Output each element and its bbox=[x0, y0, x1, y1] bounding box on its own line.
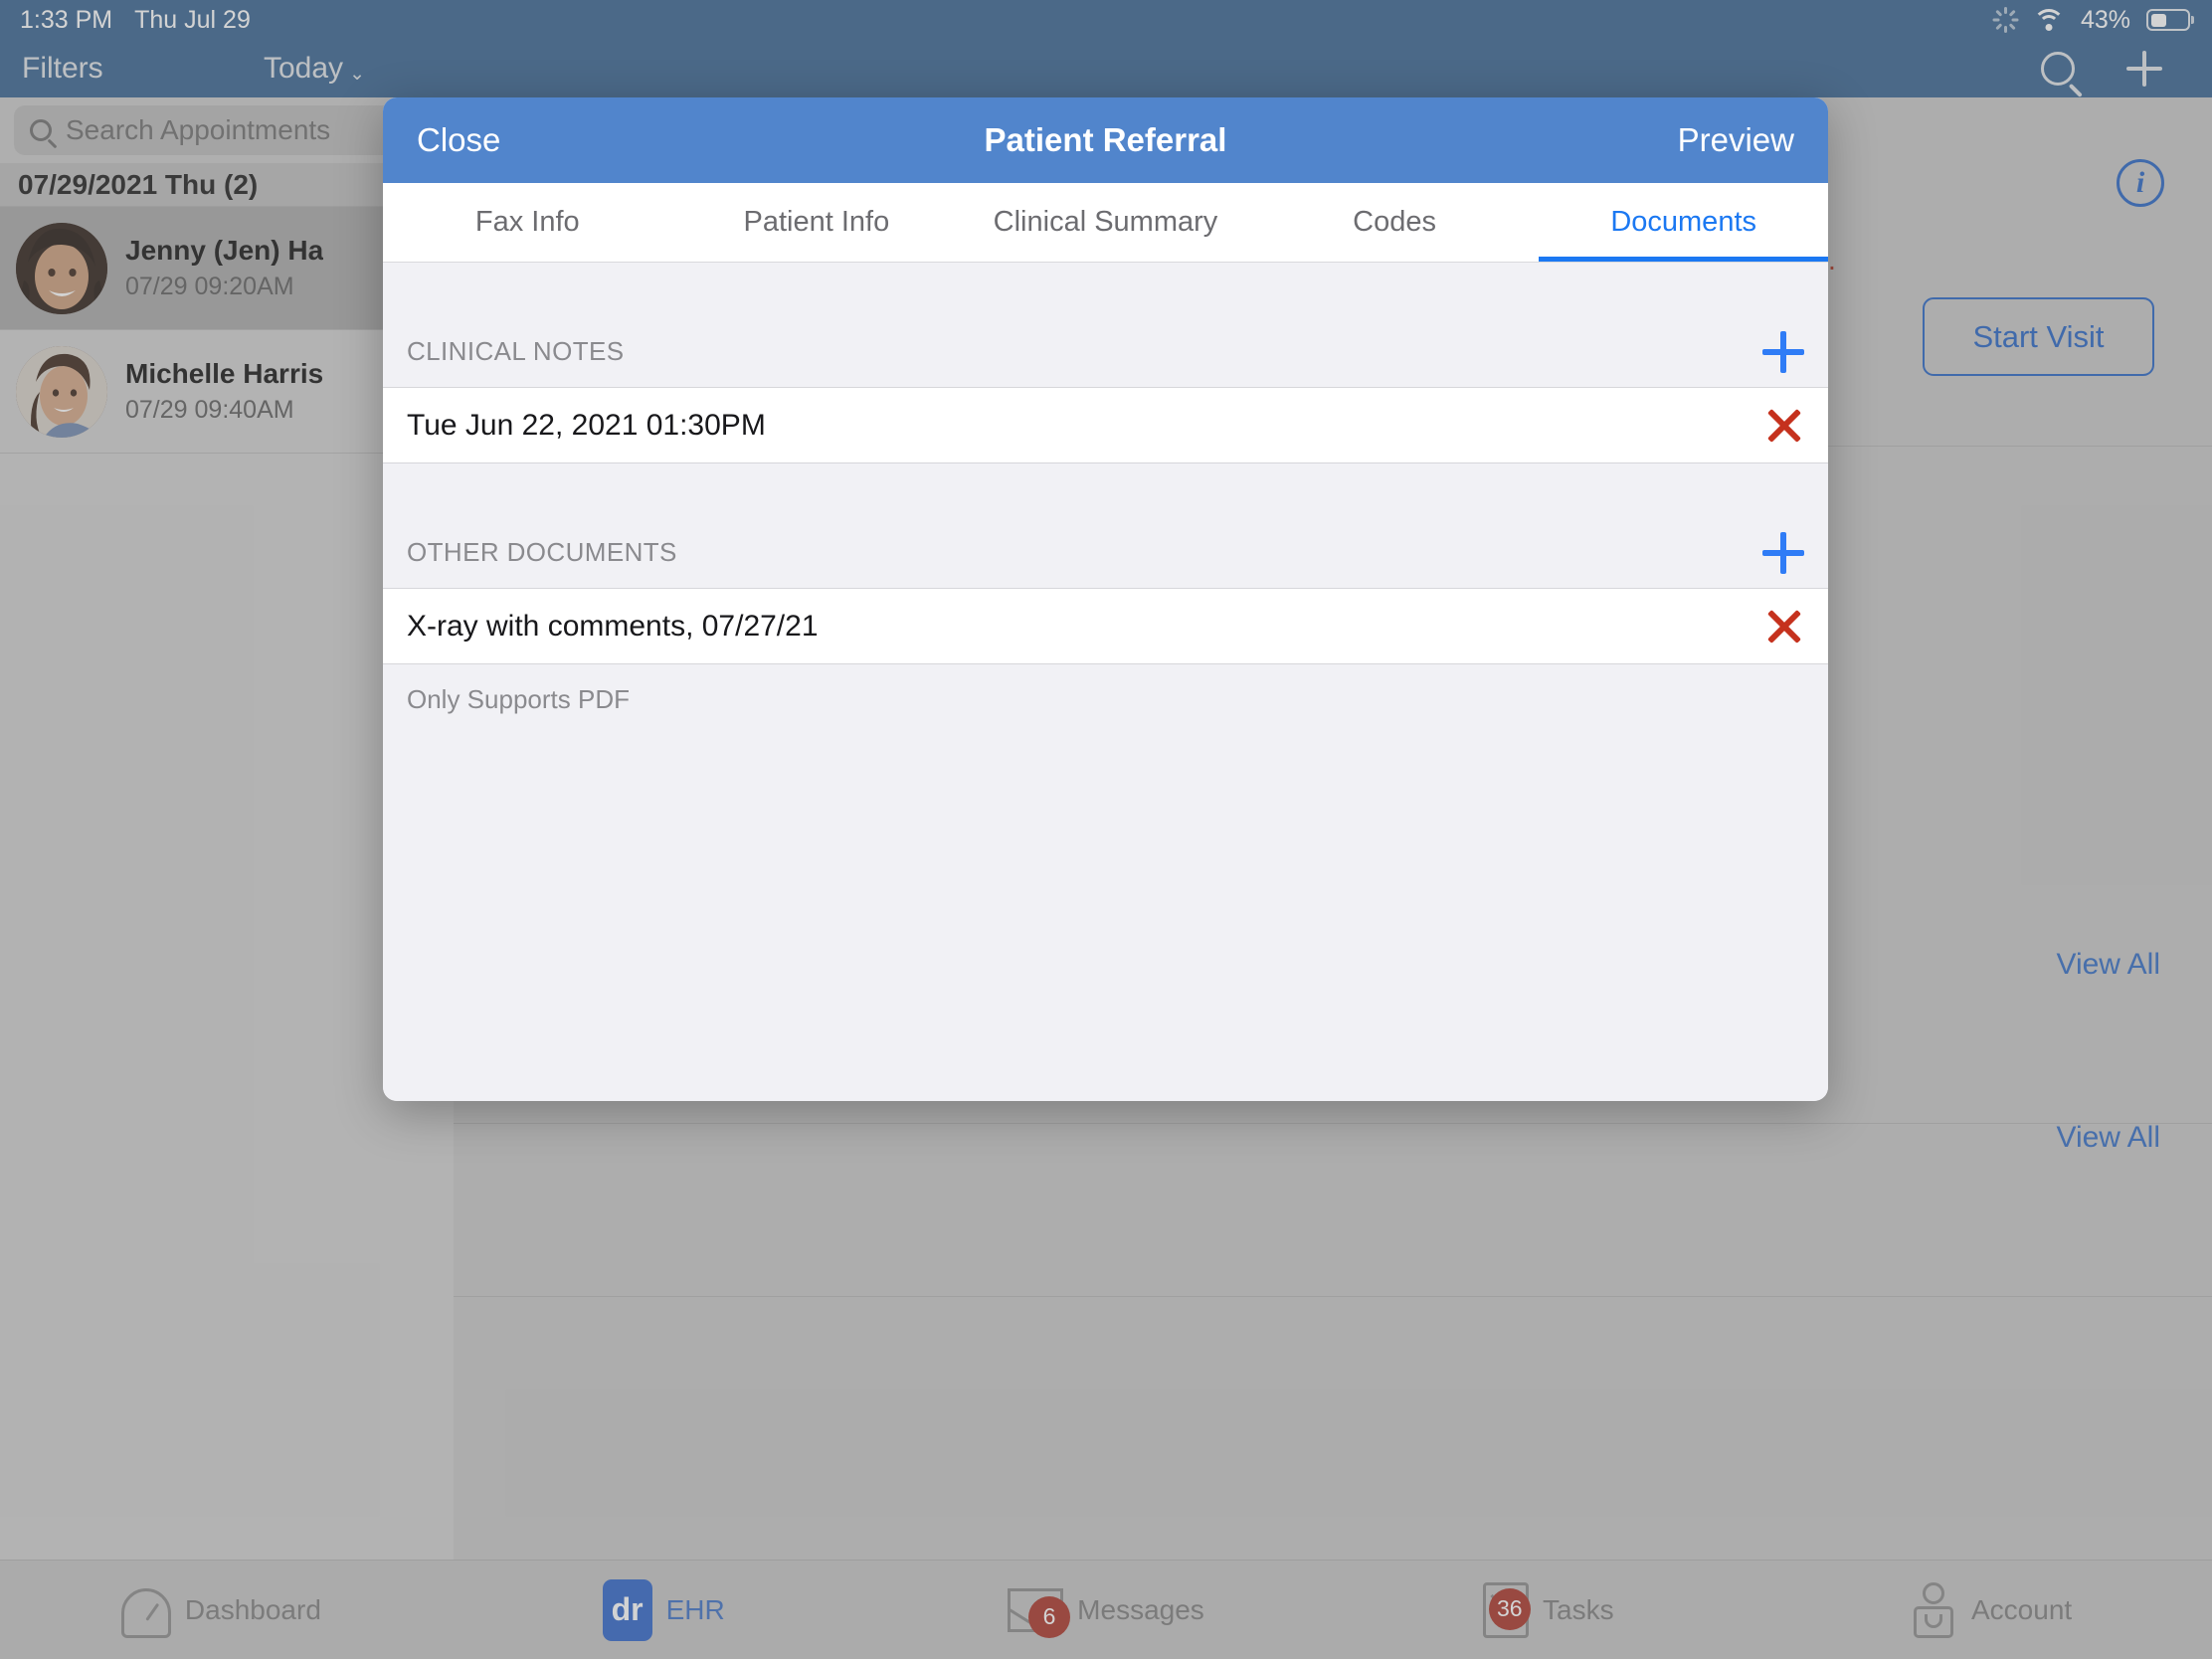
tab-clinical-summary[interactable]: Clinical Summary bbox=[961, 183, 1250, 262]
pdf-support-hint: Only Supports PDF bbox=[407, 684, 630, 714]
tab-documents[interactable]: Documents bbox=[1539, 183, 1828, 262]
modal-body: CLINICAL NOTES Tue Jun 22, 2021 01:30PM … bbox=[383, 263, 1828, 1101]
modal-tab-strip: Fax Info Patient Info Clinical Summary C… bbox=[383, 183, 1828, 263]
section-header-clinical-notes: CLINICAL NOTES bbox=[383, 316, 1828, 388]
section-title: CLINICAL NOTES bbox=[407, 336, 625, 366]
screen-root: 1:33 PM Thu Jul 29 43% Filters Today ⌄ S… bbox=[0, 0, 2212, 1659]
section-header-other-documents: OTHER DOCUMENTS bbox=[383, 517, 1828, 589]
tab-codes[interactable]: Codes bbox=[1250, 183, 1540, 262]
modal-title: Patient Referral bbox=[984, 121, 1227, 158]
modal-header: Close Patient Referral Preview bbox=[383, 97, 1828, 183]
tab-patient-info[interactable]: Patient Info bbox=[672, 183, 962, 262]
remove-document-close-x-icon[interactable] bbox=[1764, 607, 1804, 646]
add-other-document-plus-icon[interactable] bbox=[1762, 531, 1804, 574]
top-spacer bbox=[383, 263, 1828, 316]
patient-referral-modal: Close Patient Referral Preview Fax Info … bbox=[383, 97, 1828, 1101]
document-name: X-ray with comments, 07/27/21 bbox=[407, 609, 819, 643]
document-row[interactable]: Tue Jun 22, 2021 01:30PM bbox=[383, 388, 1828, 463]
remove-document-close-x-icon[interactable] bbox=[1764, 406, 1804, 446]
section-spacer bbox=[383, 463, 1828, 517]
document-name: Tue Jun 22, 2021 01:30PM bbox=[407, 408, 766, 442]
document-row[interactable]: X-ray with comments, 07/27/21 bbox=[383, 589, 1828, 664]
add-clinical-note-plus-icon[interactable] bbox=[1762, 330, 1804, 373]
preview-button[interactable]: Preview bbox=[1678, 121, 1794, 159]
section-title: OTHER DOCUMENTS bbox=[407, 537, 677, 567]
tab-fax-info[interactable]: Fax Info bbox=[383, 183, 672, 262]
